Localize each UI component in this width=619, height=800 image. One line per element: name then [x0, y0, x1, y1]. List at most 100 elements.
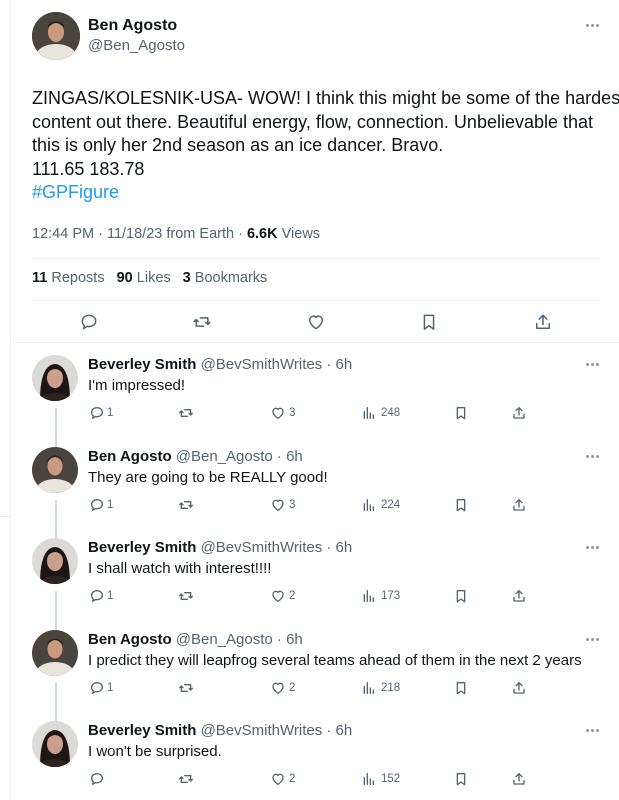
reposts-stat[interactable]: 11 Reposts	[32, 270, 105, 286]
share-upload-icon[interactable]	[511, 771, 527, 787]
more-dots-icon[interactable]	[586, 24, 600, 28]
repost-arrows-icon[interactable]	[178, 588, 194, 604]
repost-arrows-icon[interactable]	[178, 771, 194, 787]
divider	[10, 342, 619, 343]
bar-chart-icon[interactable]	[361, 497, 377, 513]
more-dots-icon[interactable]	[586, 363, 600, 367]
bookmark-icon[interactable]	[453, 771, 469, 787]
tweet-time[interactable]: 12:44 PM	[32, 226, 94, 242]
bar-chart-icon[interactable]	[361, 771, 377, 787]
likes-label: Likes	[136, 270, 171, 286]
repost-arrows-icon[interactable]	[192, 312, 212, 332]
author-name[interactable]: Ben Agosto	[88, 17, 177, 35]
divider	[32, 300, 601, 301]
view-count: 218	[381, 682, 401, 694]
reply-avatar[interactable]	[32, 538, 78, 584]
more-dots-icon[interactable]	[586, 729, 600, 733]
repost-arrows-icon[interactable]	[178, 680, 194, 696]
reply-author-handle[interactable]: @Ben_Agosto	[176, 448, 273, 465]
heart-icon[interactable]	[270, 497, 286, 513]
tweet-text: ZINGAS/KOLESNIK-USA- WOW! I think this m…	[32, 87, 619, 205]
reply-author-name[interactable]: Beverley Smith	[88, 539, 196, 556]
bar-chart-icon[interactable]	[361, 588, 377, 604]
reply-author-handle[interactable]: @BevSmithWrites	[201, 356, 323, 373]
bookmark-icon[interactable]	[453, 588, 469, 604]
reply-avatar[interactable]	[32, 447, 78, 493]
reply-age[interactable]: 6h	[336, 539, 353, 556]
column-divider-tick	[0, 516, 10, 517]
author-avatar[interactable]	[32, 12, 80, 60]
reply-text: I won't be surprised.	[88, 743, 222, 760]
reply-author-name[interactable]: Ben Agosto	[88, 631, 172, 648]
views-label: Views	[281, 226, 321, 242]
tweet-text-line: this is only her 2nd season as an ice da…	[32, 135, 444, 155]
reply-author-name[interactable]: Beverley Smith	[88, 356, 196, 373]
reply-author-handle[interactable]: @Ben_Agosto	[176, 631, 273, 648]
likes-count: 90	[116, 270, 133, 286]
reply-author-handle[interactable]: @BevSmithWrites	[201, 539, 323, 556]
author-handle[interactable]: @Ben_Agosto	[88, 37, 185, 54]
column-divider	[10, 0, 11, 800]
reply-author-name[interactable]: Beverley Smith	[88, 722, 196, 739]
reply-author: Beverley Smith @BevSmithWrites · 6h	[88, 539, 352, 556]
bookmark-icon[interactable]	[453, 680, 469, 696]
share-upload-icon[interactable]	[511, 497, 527, 513]
like-count: 2	[289, 682, 296, 694]
share-upload-icon[interactable]	[511, 588, 527, 604]
share-upload-icon[interactable]	[511, 680, 527, 696]
speech-bubble-icon[interactable]	[89, 405, 105, 421]
reply-author-name[interactable]: Ben Agosto	[88, 448, 172, 465]
reply-text: They are going to be REALLY good!	[88, 469, 328, 486]
more-dots-icon[interactable]	[586, 546, 600, 550]
heart-icon[interactable]	[270, 405, 286, 421]
bookmark-icon[interactable]	[453, 405, 469, 421]
reply-age[interactable]: 6h	[336, 356, 353, 373]
reply-avatar[interactable]	[32, 355, 78, 401]
more-dots-icon[interactable]	[586, 638, 600, 642]
reply-text: I shall watch with interest!!!!	[88, 560, 272, 577]
heart-icon[interactable]	[270, 588, 286, 604]
tweet-text-line: 111.65 183.78	[32, 158, 145, 179]
heart-icon[interactable]	[306, 312, 326, 332]
reply-age[interactable]: 6h	[336, 722, 353, 739]
bookmark-icon[interactable]	[419, 312, 439, 332]
likes-stat[interactable]: 90 Likes	[117, 270, 171, 286]
tweet-date[interactable]: 11/18/23	[107, 226, 162, 242]
reply-age[interactable]: 6h	[286, 631, 303, 648]
repost-arrows-icon[interactable]	[178, 497, 194, 513]
bookmark-icon[interactable]	[453, 497, 469, 513]
like-count: 2	[289, 773, 296, 785]
more-dots-icon[interactable]	[586, 455, 600, 459]
speech-bubble-icon[interactable]	[79, 312, 99, 332]
speech-bubble-icon[interactable]	[89, 771, 105, 787]
reply-text: I'm impressed!	[88, 377, 186, 394]
reply-age[interactable]: 6h	[286, 448, 303, 465]
share-upload-icon[interactable]	[533, 312, 553, 332]
thread-connector	[55, 500, 57, 540]
tweet-detail: Ben Agosto @Ben_Agosto ZINGAS/KOLESNIK-U…	[0, 0, 619, 800]
like-count: 3	[289, 499, 296, 511]
view-count: 248	[381, 407, 401, 419]
thread-connector	[55, 591, 57, 631]
bar-chart-icon[interactable]	[361, 680, 377, 696]
reply-count: 1	[107, 590, 114, 602]
reply-count: 1	[107, 682, 114, 694]
reposts-count: 11	[32, 270, 48, 286]
reply-author: Beverley Smith @BevSmithWrites · 6h	[88, 356, 352, 373]
hashtag-link[interactable]: #GPFigure	[32, 181, 607, 205]
speech-bubble-icon[interactable]	[89, 588, 105, 604]
heart-icon[interactable]	[270, 680, 286, 696]
heart-icon[interactable]	[270, 771, 286, 787]
bookmarks-stat[interactable]: 3 Bookmarks	[183, 270, 268, 286]
reply-avatar[interactable]	[32, 721, 78, 767]
reply-separator: ·	[272, 448, 287, 465]
share-upload-icon[interactable]	[511, 405, 527, 421]
reply-separator: ·	[322, 356, 336, 373]
divider	[32, 258, 601, 259]
speech-bubble-icon[interactable]	[89, 497, 105, 513]
speech-bubble-icon[interactable]	[89, 680, 105, 696]
repost-arrows-icon[interactable]	[178, 405, 194, 421]
reply-author-handle[interactable]: @BevSmithWrites	[201, 722, 323, 739]
bar-chart-icon[interactable]	[361, 405, 377, 421]
reply-avatar[interactable]	[32, 630, 78, 676]
